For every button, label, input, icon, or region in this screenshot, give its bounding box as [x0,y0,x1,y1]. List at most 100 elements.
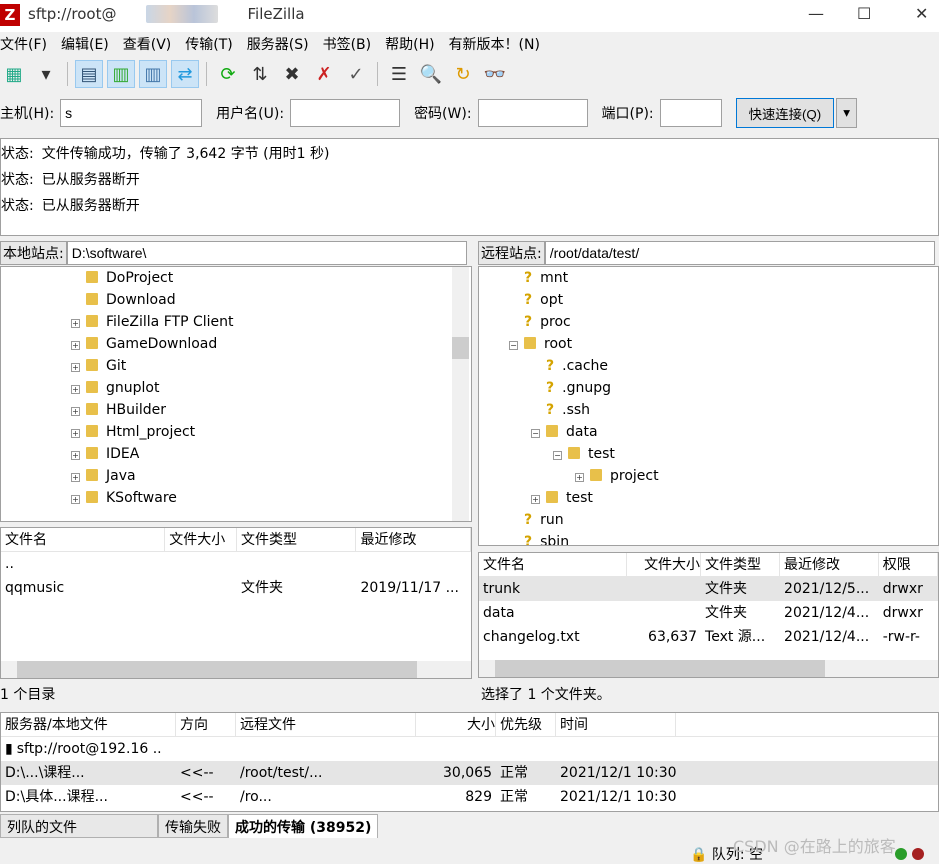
expand-icon[interactable]: + [71,363,80,372]
remote-tree-item[interactable]: + project [509,465,938,487]
menu-item[interactable]: 文件(F) [0,34,47,56]
expand-icon[interactable]: − [509,341,518,350]
menu-item[interactable]: 帮助(H) [385,34,434,56]
site-manager-icon[interactable]: ▦ [0,60,28,88]
menu-item[interactable]: 书签(B) [323,34,372,56]
sync-browse-icon[interactable]: ↻ [449,60,477,88]
quickconnect-button[interactable]: 快速连接(Q) [735,98,835,128]
column-header[interactable]: 文件大小 [165,528,237,551]
directory-compare-icon[interactable]: ☰ [385,60,413,88]
menu-item[interactable]: 服务器(S) [247,34,309,56]
table-row[interactable]: data 文件夹 2021/12/4... drwxr [479,601,938,625]
local-tree-item[interactable]: + Git [71,355,471,377]
queue-server-row[interactable]: ▮ sftp://root@192.16 .. [1,737,938,761]
reconnect-icon[interactable]: ✓ [342,60,370,88]
remote-tree-item[interactable]: − test [509,443,938,465]
column-header[interactable]: 文件名 [479,553,628,576]
expand-icon[interactable]: + [71,407,80,416]
cancel-icon[interactable]: ✖ [278,60,306,88]
expand-icon[interactable]: − [553,451,562,460]
tab-queued[interactable]: 列队的文件 [0,814,158,838]
search-icon[interactable]: 🔍 [417,60,445,88]
remote-tree-item[interactable]: +?run [509,509,938,531]
local-tree-item[interactable]: + gnuplot [71,377,471,399]
expand-icon[interactable]: + [531,495,540,504]
toggle-queue-icon[interactable]: ⇄ [171,60,199,88]
local-list-hscrollbar[interactable] [1,661,471,678]
column-header[interactable]: 文件类型 [701,553,781,576]
column-header[interactable]: 文件类型 [237,528,357,551]
remote-tree-item[interactable]: +?proc [509,311,938,333]
remote-tree-item[interactable]: + test [509,487,938,509]
tab-successful[interactable]: 成功的传输 (38952) [228,814,379,838]
remote-tree-item[interactable]: +?mnt [509,267,938,289]
expand-icon[interactable]: + [71,473,80,482]
remote-list-hscrollbar[interactable] [479,660,938,677]
remote-tree-item[interactable]: − data [509,421,938,443]
menu-item[interactable]: 传输(T) [185,34,232,56]
local-tree-item[interactable]: + GameDownload [71,333,471,355]
remote-path-input[interactable] [544,241,935,265]
local-tree-item[interactable]: +DoProject [71,267,471,289]
remote-tree-item[interactable]: +?opt [509,289,938,311]
quickconnect-dropdown[interactable]: ▾ [836,98,857,128]
expand-icon[interactable]: − [531,429,540,438]
local-tree-item[interactable]: +Download [71,289,471,311]
local-tree-item[interactable]: + Java [71,465,471,487]
toggle-local-tree-icon[interactable]: ▥ [107,60,135,88]
table-row[interactable]: trunk 文件夹 2021/12/5... drwxr [479,577,938,601]
local-tree-item[interactable]: + KSoftware [71,487,471,509]
table-row[interactable]: .. [1,552,471,576]
table-row[interactable]: changelog.txt 63,637 Text 源... 2021/12/4...… [479,625,938,649]
tab-failed[interactable]: 传输失败 [158,814,228,838]
port-input[interactable] [659,99,722,127]
column-header[interactable]: 方向 [176,713,236,736]
local-tree-item[interactable]: + HBuilder [71,399,471,421]
password-input[interactable] [477,99,588,127]
column-header[interactable]: 服务器/本地文件 [1,713,176,736]
local-tree-scrollbar[interactable] [452,267,469,521]
column-header[interactable]: 文件大小 [627,553,702,576]
username-input[interactable] [290,99,401,127]
disconnect-icon[interactable]: ✗ [310,60,338,88]
expand-icon[interactable]: + [71,319,80,328]
expand-icon[interactable]: + [71,341,80,350]
toggle-remote-tree-icon[interactable]: ▥ [139,60,167,88]
menu-item[interactable]: 编辑(E) [61,34,109,56]
maximize-button[interactable]: ☐ [857,4,871,23]
toggle-log-icon[interactable]: ▤ [75,60,103,88]
local-tree-item[interactable]: + FileZilla FTP Client [71,311,471,333]
dropdown-arrow-icon[interactable]: ▾ [32,60,60,88]
process-queue-icon[interactable]: ⇅ [246,60,274,88]
remote-tree-item[interactable]: +?.gnupg [509,377,938,399]
find-files-icon[interactable]: 👓 [481,60,509,88]
close-button[interactable]: ✕ [915,4,928,23]
expand-icon[interactable]: + [71,495,80,504]
menu-item[interactable]: 查看(V) [123,34,172,56]
local-path-input[interactable] [66,241,467,265]
remote-tree-item[interactable]: +?.cache [509,355,938,377]
expand-icon[interactable]: + [71,385,80,394]
column-header[interactable]: 权限 [879,553,938,576]
expand-icon[interactable]: + [71,451,80,460]
host-input[interactable] [60,99,203,127]
column-header[interactable]: 文件名 [1,528,166,551]
local-tree-item[interactable]: + Html_project [71,421,471,443]
minimize-button[interactable]: — [808,4,824,23]
table-row[interactable]: qqmusic 文件夹 2019/11/17 ... [1,576,471,600]
column-header[interactable]: 大小 [416,713,496,736]
remote-tree-item[interactable]: − root [509,333,938,355]
expand-icon[interactable]: + [575,473,584,482]
column-header[interactable]: 时间 [556,713,676,736]
column-header[interactable]: 最近修改 [356,528,471,551]
column-header[interactable]: 优先级 [496,713,556,736]
local-tree-item[interactable]: + IDEA [71,443,471,465]
refresh-icon[interactable]: ⟳ [214,60,242,88]
column-header[interactable]: 最近修改 [780,553,879,576]
column-header[interactable]: 远程文件 [236,713,416,736]
expand-icon[interactable]: + [71,429,80,438]
menu-item[interactable]: 有新版本！(N) [449,34,540,56]
table-row[interactable]: D:\具体...课程... <<-- /ro... 829 正常 2021/12/1 10… [1,785,938,809]
table-row[interactable]: D:\...\课程... <<-- /root/test/... 30,065 正常 20… [1,761,938,785]
remote-tree-item[interactable]: +?sbin [509,531,938,545]
